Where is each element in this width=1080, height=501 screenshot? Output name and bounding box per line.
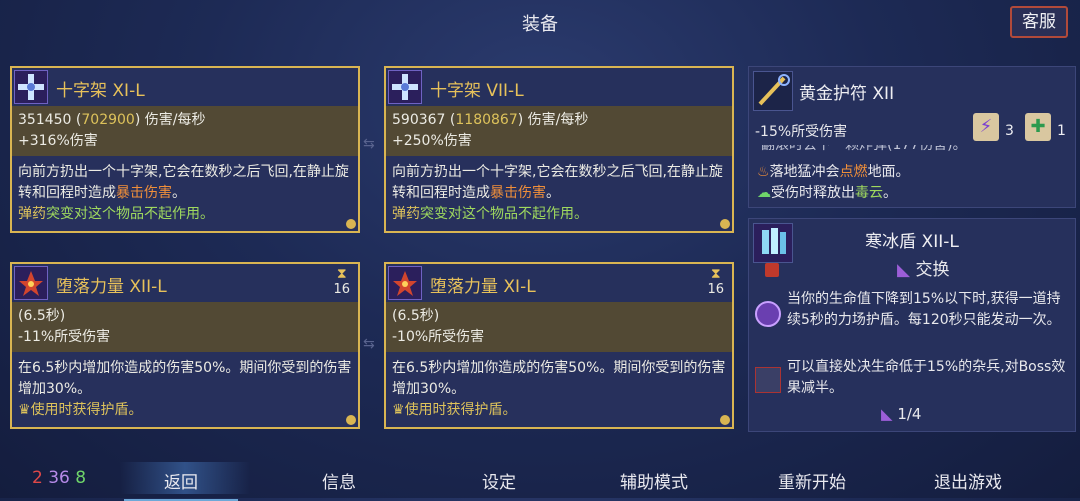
item-description: 在6.5秒内增加你造成的伤害50%。期间你受到的伤害增加30%。 — [392, 360, 726, 397]
item-description: 向前方扔出一个十字架,它会在数秒之后飞回,在静止旋转和回程时造成暴击伤害。 — [392, 164, 723, 201]
amulet-line-cut: 翻滚时会下一颗炸弹(177伤害)。 — [761, 145, 967, 153]
bottom-nav: 2 36 8 返回 信息 设定 辅助模式 重新开始 退出游戏 — [0, 460, 1080, 501]
amulet-icon — [753, 71, 793, 111]
item-extra: -11%所受伤害 — [18, 329, 111, 345]
item-note: ♛使用时获得护盾。 — [392, 402, 517, 418]
corner-gem-icon — [346, 219, 356, 229]
item-duration: (6.5秒) — [18, 308, 66, 324]
nav-settings[interactable]: 设定 — [482, 468, 516, 493]
amulet-line-ignite: ♨落地猛冲会点燃地面。 — [757, 164, 910, 180]
swap-icon: ◣ — [897, 260, 911, 280]
nav-info[interactable]: 信息 — [322, 468, 356, 493]
item-extra: +250%伤害 — [392, 133, 472, 149]
item-extra: -10%所受伤害 — [392, 329, 485, 345]
item-note: ♛使用时获得护盾。 — [18, 402, 143, 418]
amulet-panel[interactable]: 黄金护符 XII -15%所受伤害 ⚡ 3 ✚ 1 翻滚时会下一颗炸弹(177伤… — [748, 66, 1076, 208]
fire-icon: ♨ — [757, 164, 770, 180]
item-name: 堕落力量 XII-L — [56, 277, 167, 297]
swap-arrows-icon: ⇆ — [363, 136, 375, 152]
item-card-fallen-power-2[interactable]: 堕落力量 XI-L ⧗ 16 (6.5秒) -10%所受伤害 在6.5秒内增加你造… — [384, 262, 734, 429]
corner-gem-icon — [346, 415, 356, 425]
item-dps-bonus: 702900 — [81, 112, 135, 128]
shield-effect-icon — [755, 301, 781, 327]
shield-count: ◣ 1/4 — [881, 405, 922, 423]
corner-gem-icon — [720, 415, 730, 425]
red-rune-icon — [765, 263, 779, 277]
cooldown: ⧗ 16 — [707, 266, 724, 297]
execute-icon — [755, 367, 781, 393]
stat-levels: 2 36 8 — [32, 468, 87, 488]
hourglass-icon: ⧗ — [710, 266, 721, 282]
fallen-power-icon — [388, 266, 422, 300]
item-card-crossbow-2[interactable]: 十字架 VII-L 590367 (1180867) 伤害/每秒 +250%伤害… — [384, 66, 734, 233]
cross-icon — [388, 70, 422, 104]
lightning-scroll-icon: ⚡ — [973, 113, 999, 141]
nav-quit-game[interactable]: 退出游戏 — [934, 468, 1002, 493]
item-dps: 590367 — [392, 112, 446, 128]
amulet-name: 黄金护符 XII — [799, 84, 895, 104]
heal-scroll-icon: ✚ — [1025, 113, 1051, 141]
fallen-power-icon — [14, 266, 48, 300]
poison-icon: ☁ — [757, 185, 771, 201]
item-dps-unit: 伤害/每秒 — [527, 112, 589, 128]
item-card-crossbow-1[interactable]: 十字架 XI-L 351450 (702900) 伤害/每秒 +316%伤害 向… — [10, 66, 360, 233]
crown-icon: ♛ — [392, 402, 405, 418]
nav-restart[interactable]: 重新开始 — [778, 468, 846, 493]
cooldown: ⧗ 16 — [333, 266, 350, 297]
shield-panel[interactable]: 寒冰盾 XII-L ◣ 交换 当你的生命值下降到15%以下时,获得一道持续5秒的… — [748, 218, 1076, 432]
item-name: 十字架 XI-L — [56, 81, 145, 101]
item-dps-unit: 伤害/每秒 — [144, 112, 206, 128]
shield-description-2: 可以直接处决生命低于15%的杂兵,对Boss效果减半。 — [787, 359, 1066, 396]
item-description: 在6.5秒内增加你造成的伤害50%。期间你受到的伤害增加30%。 — [18, 360, 352, 397]
badge-count-2: 1 — [1057, 123, 1066, 139]
nav-back[interactable]: 返回 — [124, 468, 238, 501]
swap-button[interactable]: ◣ 交换 — [897, 255, 949, 280]
hourglass-icon: ⧗ — [336, 266, 347, 282]
nav-assist-mode[interactable]: 辅助模式 — [620, 468, 688, 493]
cross-icon — [14, 70, 48, 104]
shield-name: 寒冰盾 XII-L — [865, 232, 959, 252]
shield-description-1: 当你的生命值下降到15%以下时,获得一道持续5秒的力场护盾。每120秒只能发动一… — [787, 291, 1061, 328]
item-duration: (6.5秒) — [392, 308, 440, 324]
item-description: 向前方扔出一个十字架,它会在数秒之后飞回,在静止旋转和回程时造成暴击伤害。 — [18, 164, 349, 201]
item-dps: 351450 — [18, 112, 72, 128]
swap-icon: ◣ — [881, 405, 893, 423]
item-extra: +316%伤害 — [18, 133, 98, 149]
support-button[interactable]: 客服 — [1010, 6, 1068, 38]
item-dps-bonus: 1180867 — [455, 112, 518, 128]
amulet-line-poison: ☁受伤时释放出毒云。 — [757, 185, 897, 201]
item-note: 弹药突变对这个物品不起作用。 — [392, 206, 588, 222]
item-name: 十字架 VII-L — [430, 81, 524, 101]
crown-icon: ♛ — [18, 402, 31, 418]
page-title: 装备 — [522, 14, 558, 35]
swap-arrows-icon: ⇆ — [363, 336, 375, 352]
corner-gem-icon — [720, 219, 730, 229]
item-note: 弹药突变对这个物品不起作用。 — [18, 206, 214, 222]
item-card-fallen-power-1[interactable]: 堕落力量 XII-L ⧗ 16 (6.5秒) -11%所受伤害 在6.5秒内增加你… — [10, 262, 360, 429]
item-name: 堕落力量 XI-L — [430, 277, 536, 297]
badge-count-1: 3 — [1005, 123, 1014, 139]
amulet-effect: -15%所受伤害 — [755, 124, 848, 140]
